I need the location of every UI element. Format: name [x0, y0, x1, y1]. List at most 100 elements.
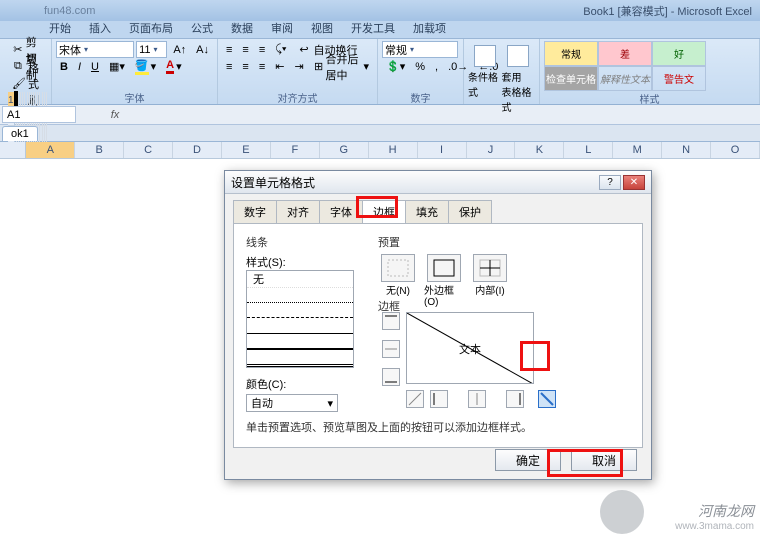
conditional-format-button[interactable]: 条件格式 [468, 41, 502, 99]
line-style-opt[interactable] [247, 334, 353, 350]
col-header-C[interactable]: C [124, 142, 173, 158]
grow-font-button[interactable]: A↑ [169, 41, 190, 58]
font-size-combo[interactable]: 11▾ [136, 41, 167, 58]
style-check[interactable]: 检查单元格 [544, 66, 598, 91]
col-header-D[interactable]: D [173, 142, 222, 158]
fill-color-button[interactable]: 🪣▾ [131, 58, 160, 75]
format-as-table-button[interactable]: 套用 表格格式 [502, 41, 536, 114]
border-left-button[interactable] [430, 390, 448, 408]
col-header-M[interactable]: M [613, 142, 662, 158]
dtab-font[interactable]: 字体 [319, 200, 363, 223]
tab-formulas[interactable]: 公式 [182, 17, 222, 38]
line-style-list[interactable]: 无 [246, 270, 354, 368]
border-mid-v-button[interactable] [468, 390, 486, 408]
col-header-N[interactable]: N [662, 142, 711, 158]
cell-styles-gallery[interactable]: 常规 差 好 [544, 41, 755, 66]
border-button[interactable]: ▦▾ [105, 58, 129, 75]
cancel-button[interactable]: 取消 [571, 449, 637, 471]
tab-layout[interactable]: 页面布局 [120, 17, 182, 38]
accounting-button[interactable]: 💲▾ [382, 58, 409, 75]
col-header-J[interactable]: J [467, 142, 516, 158]
indent-dec-button[interactable]: ⇤ [271, 58, 288, 75]
dtab-number[interactable]: 数字 [233, 200, 277, 223]
style-bad[interactable]: 差 [598, 41, 652, 66]
font-color-button[interactable]: A▾ [162, 58, 185, 75]
preset-inside[interactable] [473, 254, 507, 282]
align-left-button[interactable]: ≡ [222, 58, 236, 75]
ok-button[interactable]: 确定 [495, 449, 561, 471]
name-box[interactable]: A1 [2, 106, 76, 123]
col-header-H[interactable]: H [369, 142, 418, 158]
preset-outline[interactable] [427, 254, 461, 282]
group-styles-label: 样式 [544, 91, 755, 104]
italic-button[interactable]: I [74, 58, 85, 75]
col-header-B[interactable]: B [75, 142, 124, 158]
style-warning[interactable]: 警告文 [652, 66, 706, 91]
indent-inc-button[interactable]: ⇥ [290, 58, 307, 75]
border-top-button[interactable] [382, 312, 400, 330]
preset-none[interactable] [381, 254, 415, 282]
tab-dev[interactable]: 开发工具 [342, 17, 404, 38]
close-button[interactable]: ✕ [623, 175, 645, 190]
format-painter-button[interactable]: 🖌格式刷 [8, 75, 47, 92]
col-header-G[interactable]: G [320, 142, 369, 158]
tab-data[interactable]: 数据 [222, 17, 262, 38]
align-top-button[interactable]: ≡ [222, 41, 236, 58]
style-normal[interactable]: 常规 [544, 41, 598, 66]
font-name-combo[interactable]: 宋体▾ [56, 41, 134, 58]
border-diag-up-button[interactable] [406, 390, 424, 408]
tab-review[interactable]: 审阅 [262, 17, 302, 38]
merge-center-button[interactable]: ⊞合并后居中▾ [310, 58, 373, 75]
align-right-button[interactable]: ≡ [255, 58, 269, 75]
dtab-protect[interactable]: 保护 [448, 200, 492, 223]
orientation-button[interactable]: ⤹▾ [271, 41, 290, 58]
align-center-button[interactable]: ≡ [238, 58, 252, 75]
style-good[interactable]: 好 [652, 41, 706, 66]
fx-icon[interactable]: fx [106, 109, 124, 121]
border-bottom-button[interactable] [382, 368, 400, 386]
tab-home[interactable]: 开始 [40, 17, 80, 38]
formula-bar: A1 fx [0, 105, 760, 125]
watermark-top: fun48.com [44, 5, 95, 17]
help-button[interactable]: ? [599, 175, 621, 190]
dialog-titlebar[interactable]: 设置单元格格式 ? ✕ [225, 171, 651, 194]
dtab-border[interactable]: 边框 [362, 200, 406, 223]
line-color-combo[interactable]: 自动▾ [246, 394, 338, 412]
comma-button[interactable]: , [431, 58, 442, 75]
group-align-label: 对齐方式 [222, 90, 373, 103]
align-mid-button[interactable]: ≡ [238, 41, 252, 58]
line-style-opt[interactable] [247, 288, 353, 303]
tab-insert[interactable]: 插入 [80, 17, 120, 38]
col-header-E[interactable]: E [222, 142, 271, 158]
border-mid-h-button[interactable] [382, 340, 400, 358]
percent-button[interactable]: % [411, 58, 429, 75]
col-header-A[interactable]: A [26, 142, 75, 158]
tab-addin[interactable]: 加载项 [404, 17, 455, 38]
shrink-font-button[interactable]: A↓ [192, 41, 213, 58]
col-header-F[interactable]: F [271, 142, 320, 158]
border-diag-down-button[interactable] [538, 390, 556, 408]
col-header-K[interactable]: K [515, 142, 564, 158]
select-all-corner[interactable] [0, 142, 26, 158]
col-header-O[interactable]: O [711, 142, 760, 158]
dtab-fill[interactable]: 填充 [405, 200, 449, 223]
underline-button[interactable]: U [87, 58, 103, 75]
number-format-combo[interactable]: 常规▾ [382, 41, 458, 58]
line-style-opt[interactable] [247, 350, 353, 367]
border-right-button[interactable] [506, 390, 524, 408]
align-bot-button[interactable]: ≡ [255, 41, 269, 58]
line-none[interactable]: 无 [247, 271, 353, 288]
preview-text: 文本 [407, 341, 533, 357]
dtab-align[interactable]: 对齐 [276, 200, 320, 223]
border-preview[interactable]: 文本 [406, 312, 534, 384]
line-style-opt[interactable] [247, 318, 353, 333]
condfmt-icon [474, 45, 496, 67]
bold-button[interactable]: B [56, 58, 72, 75]
line-style-opt[interactable] [247, 303, 353, 318]
tab-view[interactable]: 视图 [302, 17, 342, 38]
style-explain[interactable]: 解释性文本 [598, 66, 652, 91]
sheet-tab[interactable]: ok1 [2, 126, 38, 141]
col-header-I[interactable]: I [418, 142, 467, 158]
cell[interactable] [45, 126, 47, 143]
col-header-L[interactable]: L [564, 142, 613, 158]
